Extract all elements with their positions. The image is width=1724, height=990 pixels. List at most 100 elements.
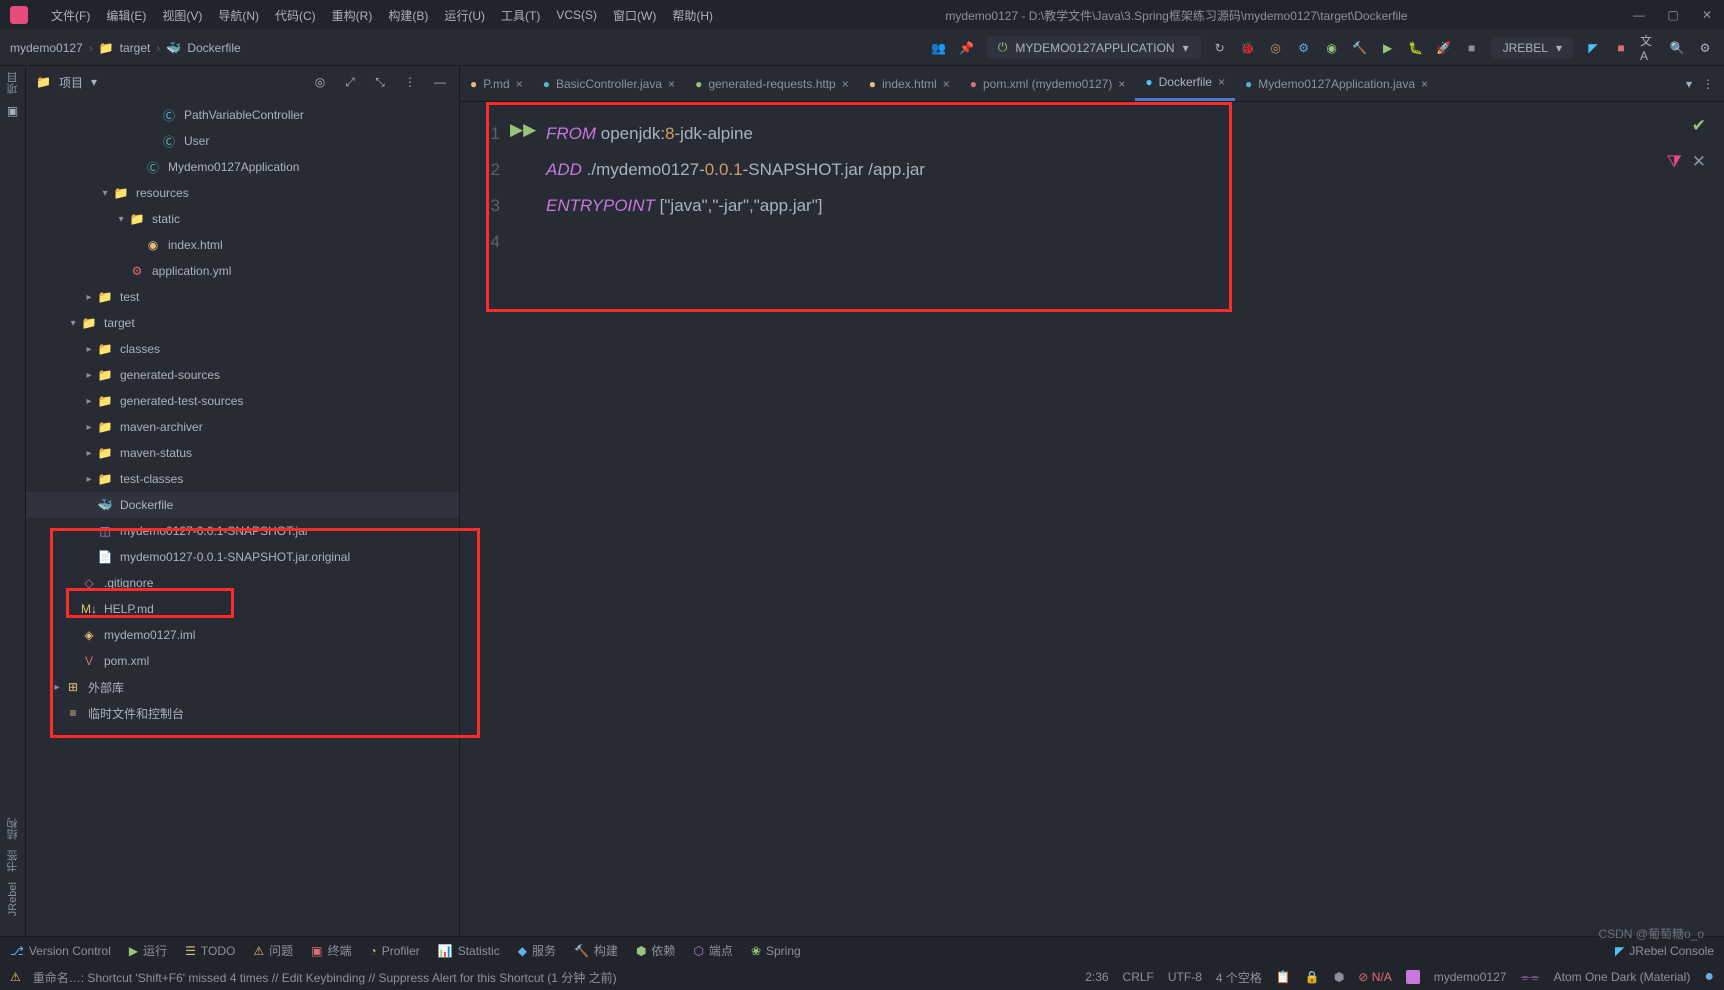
menu-code[interactable]: 代码(C) — [267, 7, 324, 24]
code-content[interactable]: FROM openjdk:8-jdk-alpine ADD ./mydemo01… — [510, 102, 925, 936]
tree-item-generated-sources[interactable]: ▸📁generated-sources — [26, 362, 459, 388]
menu-vcs[interactable]: VCS(S) — [548, 8, 605, 22]
menu-refactor[interactable]: 重构(R) — [324, 7, 381, 24]
tree-arrow-icon[interactable]: ▸ — [50, 682, 64, 693]
tree-arrow-icon[interactable]: ▸ — [82, 396, 96, 407]
menu-window[interactable]: 窗口(W) — [605, 7, 664, 24]
tree-arrow-icon[interactable]: ▾ — [114, 214, 128, 225]
status-dot-icon[interactable]: ● — [1704, 968, 1714, 986]
tool-jrebel[interactable]: JRebel — [7, 882, 19, 916]
tree-arrow-icon[interactable]: ▸ — [82, 448, 96, 459]
tool-terminal[interactable]: ▣终端 — [311, 942, 351, 959]
menu-navigate[interactable]: 导航(N) — [210, 7, 267, 24]
tab-pom-xml-mydemo0127-[interactable]: ●pom.xml (mydemo0127)× — [960, 66, 1136, 101]
tree-item-maven-status[interactable]: ▸📁maven-status — [26, 440, 459, 466]
hammer-icon[interactable]: 🔨 — [1351, 39, 1369, 57]
close-icon[interactable]: × — [1118, 77, 1125, 91]
menu-edit[interactable]: 编辑(E) — [98, 7, 154, 24]
gear-icon[interactable]: ⚙ — [1295, 39, 1313, 57]
stop-icon[interactable]: ■ — [1463, 39, 1481, 57]
tool-run[interactable]: ▶运行 — [129, 942, 167, 959]
search-icon[interactable]: 🔍 — [1668, 39, 1686, 57]
close-icon[interactable]: × — [516, 77, 523, 91]
tool-icon[interactable]: ▣ — [7, 104, 18, 118]
project-tree[interactable]: ⒸPathVariableControllerⒸUserⒸMydemo0127A… — [26, 98, 459, 936]
tab-dropdown-icon[interactable]: ▾ — [1686, 77, 1692, 91]
tree-item-index-html[interactable]: ◉index.html — [26, 232, 459, 258]
tree-item-static[interactable]: ▾📁static — [26, 206, 459, 232]
tree-arrow-icon[interactable]: ▸ — [82, 370, 96, 381]
tab-mydemo0127application-java[interactable]: ●Mydemo0127Application.java× — [1235, 66, 1438, 101]
tool-endpoints[interactable]: ⬡端点 — [693, 942, 733, 959]
tree-arrow-icon[interactable]: ▸ — [82, 344, 96, 355]
bug-icon[interactable]: 🐞 — [1239, 39, 1257, 57]
jrebel-stop-icon[interactable]: ■ — [1612, 39, 1630, 57]
indent-setting[interactable]: 4 个空格 — [1216, 969, 1262, 986]
tab-basiccontroller-java[interactable]: ●BasicController.java× — [533, 66, 685, 101]
close-icon[interactable]: ✕ — [1692, 152, 1706, 172]
breadcrumb-folder[interactable]: target — [120, 41, 151, 55]
close-button[interactable]: ✕ — [1700, 8, 1714, 22]
tab-index-html[interactable]: ●index.html× — [859, 66, 960, 101]
target-icon[interactable]: ◎ — [1267, 39, 1285, 57]
chevron-down-icon[interactable]: ▾ — [91, 75, 97, 89]
tool-profiler[interactable]: ◔Profiler — [369, 944, 419, 958]
settings-icon[interactable]: ⚙ — [1696, 39, 1714, 57]
tree-item-mydemo0127-iml[interactable]: ◈mydemo0127.iml — [26, 622, 459, 648]
tab-dockerfile[interactable]: ●Dockerfile× — [1135, 66, 1235, 101]
expand-icon[interactable]: ⤢ — [341, 73, 359, 91]
breadcrumb-project[interactable]: mydemo0127 — [10, 41, 83, 55]
tree-item-mydemo0127-0-0-1-snapshot-jar[interactable]: ◫mydemo0127-0.0.1-SNAPSHOT.jar — [26, 518, 459, 544]
tool-spring[interactable]: ❀Spring — [751, 944, 801, 958]
inspection-ok-icon[interactable]: ✔ — [1692, 116, 1706, 136]
tree-item-pom-xml[interactable]: Vpom.xml — [26, 648, 459, 674]
tool-jrebel-console[interactable]: ◤JRebel Console — [1615, 944, 1714, 958]
tree-item--[interactable]: ▸⊞外部库 — [26, 674, 459, 700]
menu-tools[interactable]: 工具(T) — [493, 7, 548, 24]
play-icon[interactable]: ▶ — [1379, 39, 1397, 57]
tool-build[interactable]: 🔨构建 — [574, 942, 618, 959]
run-config-selector[interactable]: ⏻ MYDEMO0127APPLICATION ▾ — [986, 36, 1201, 59]
tool-todo[interactable]: ☰TODO — [185, 944, 235, 958]
tree-item-test[interactable]: ▸📁test — [26, 284, 459, 310]
pin-icon[interactable]: 📌 — [958, 39, 976, 57]
tree-arrow-icon[interactable]: ▸ — [82, 422, 96, 433]
tab-generated-requests-http[interactable]: ●generated-requests.http× — [685, 66, 859, 101]
close-icon[interactable]: × — [842, 77, 849, 91]
tree-arrow-icon[interactable]: ▸ — [82, 292, 96, 303]
tree-arrow-icon[interactable]: ▾ — [66, 318, 80, 329]
tree-item-mydemo0127-0-0-1-snapshot-jar-original[interactable]: 📄mydemo0127-0.0.1-SNAPSHOT.jar.original — [26, 544, 459, 570]
tab-more-icon[interactable]: ⋮ — [1702, 77, 1714, 91]
menu-help[interactable]: 帮助(H) — [664, 7, 721, 24]
tree-item--[interactable]: ≡临时文件和控制台 — [26, 700, 459, 726]
status-message[interactable]: 重命名…: Shortcut 'Shift+F6' missed 4 times… — [33, 969, 617, 986]
close-icon[interactable]: × — [943, 77, 950, 91]
jrebel-marker-icon[interactable]: ⧩ — [1667, 152, 1682, 172]
hide-icon[interactable]: — — [431, 73, 449, 91]
maximize-button[interactable]: ▢ — [1666, 8, 1680, 22]
tree-item-resources[interactable]: ▾📁resources — [26, 180, 459, 206]
ring-icon[interactable]: ◉ — [1323, 39, 1341, 57]
breadcrumb-file[interactable]: Dockerfile — [187, 41, 240, 55]
tree-arrow-icon[interactable]: ▾ — [98, 188, 112, 199]
tree-item--gitignore[interactable]: ◇.gitignore — [26, 570, 459, 596]
collapse-icon[interactable]: ⤡ — [371, 73, 389, 91]
tab-p-md[interactable]: ●P.md× — [460, 66, 533, 101]
tree-item-target[interactable]: ▾📁target — [26, 310, 459, 336]
tree-item-help-md[interactable]: M↓HELP.md — [26, 596, 459, 622]
translate-icon[interactable]: 文A — [1640, 39, 1658, 57]
tree-item-classes[interactable]: ▸📁classes — [26, 336, 459, 362]
tree-item-user[interactable]: ⒸUser — [26, 128, 459, 154]
tree-arrow-icon[interactable]: ▸ — [82, 474, 96, 485]
jrebel-selector[interactable]: JREBEL ▾ — [1491, 37, 1574, 59]
rocket-icon[interactable]: 🚀 — [1435, 39, 1453, 57]
tree-item-generated-test-sources[interactable]: ▸📁generated-test-sources — [26, 388, 459, 414]
tool-statistic[interactable]: 📊Statistic — [438, 944, 500, 958]
jrebel-run-icon[interactable]: ◤ — [1584, 39, 1602, 57]
target-locate-icon[interactable]: ◎ — [311, 73, 329, 91]
tree-item-application-yml[interactable]: ⚙application.yml — [26, 258, 459, 284]
reload-icon[interactable]: ↻ — [1211, 39, 1229, 57]
close-icon[interactable]: × — [1218, 75, 1225, 89]
close-icon[interactable]: × — [668, 77, 675, 91]
tool-dependencies[interactable]: ⬢依赖 — [636, 942, 676, 959]
